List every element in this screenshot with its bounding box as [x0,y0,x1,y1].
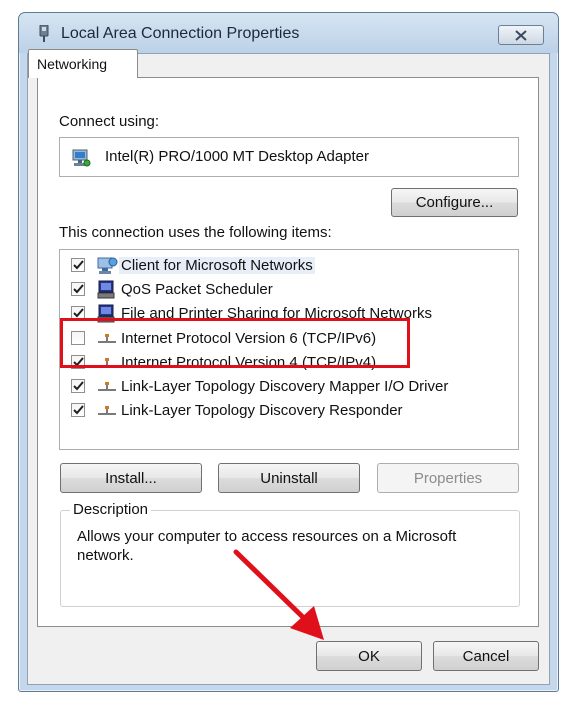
item-label: QoS Packet Scheduler [121,281,273,298]
item-label: Internet Protocol Version 6 (TCP/IPv6) [121,330,377,347]
properties-button[interactable]: Properties [377,463,519,493]
item-label: Client for Microsoft Networks [119,257,315,274]
service-icon [97,304,115,323]
list-item[interactable]: File and Printer Sharing for Microsoft N… [60,302,518,326]
item-label: Link-Layer Topology Discovery Responder [121,402,403,419]
item-checkbox[interactable] [71,306,85,320]
checkmark-icon [72,284,84,294]
list-item[interactable]: QoS Packet Scheduler [60,278,518,302]
item-checkbox[interactable] [71,331,85,345]
item-checkbox[interactable] [71,282,85,296]
item-label: Link-Layer Topology Discovery Mapper I/O… [121,378,449,395]
connect-using-label: Connect using: [59,113,160,130]
adapter-name: Intel(R) PRO/1000 MT Desktop Adapter [105,148,370,165]
uninstall-button[interactable]: Uninstall [218,463,360,493]
protocol-icon [98,358,116,367]
list-item[interactable]: Internet Protocol Version 6 (TCP/IPv6) [60,327,518,351]
checkmark-icon [72,405,84,415]
protocol-icon [98,406,116,415]
items-list[interactable]: Client for Microsoft Networks QoS Packet… [59,249,519,450]
item-checkbox[interactable] [71,379,85,393]
network-adapter-icon [72,149,91,167]
protocol-icon [98,382,116,391]
item-checkbox[interactable] [71,258,85,272]
adapter-display: Intel(R) PRO/1000 MT Desktop Adapter [59,137,519,177]
item-label: File and Printer Sharing for Microsoft N… [121,305,432,322]
service-icon [97,280,115,299]
checkmark-icon [72,381,84,391]
item-checkbox[interactable] [71,403,85,417]
checkmark-icon [72,308,84,318]
list-item[interactable]: Internet Protocol Version 4 (TCP/IPv4) [60,351,518,375]
description-legend: Description [70,501,152,518]
item-checkbox[interactable] [71,355,85,369]
list-item[interactable]: Client for Microsoft Networks [60,254,518,278]
list-item[interactable]: Link-Layer Topology Discovery Responder [60,399,518,423]
items-label: This connection uses the following items… [59,224,332,241]
cancel-button[interactable]: Cancel [433,641,539,671]
client-icon [97,257,118,274]
item-label: Internet Protocol Version 4 (TCP/IPv4) [121,354,377,371]
list-item[interactable]: Link-Layer Topology Discovery Mapper I/O… [60,375,518,399]
annotation-arrow-icon [233,549,324,640]
checkmark-icon [72,357,84,367]
configure-button[interactable]: Configure... [391,188,518,217]
install-button[interactable]: Install... [60,463,202,493]
checkmark-icon [72,260,84,270]
protocol-icon [98,334,116,343]
